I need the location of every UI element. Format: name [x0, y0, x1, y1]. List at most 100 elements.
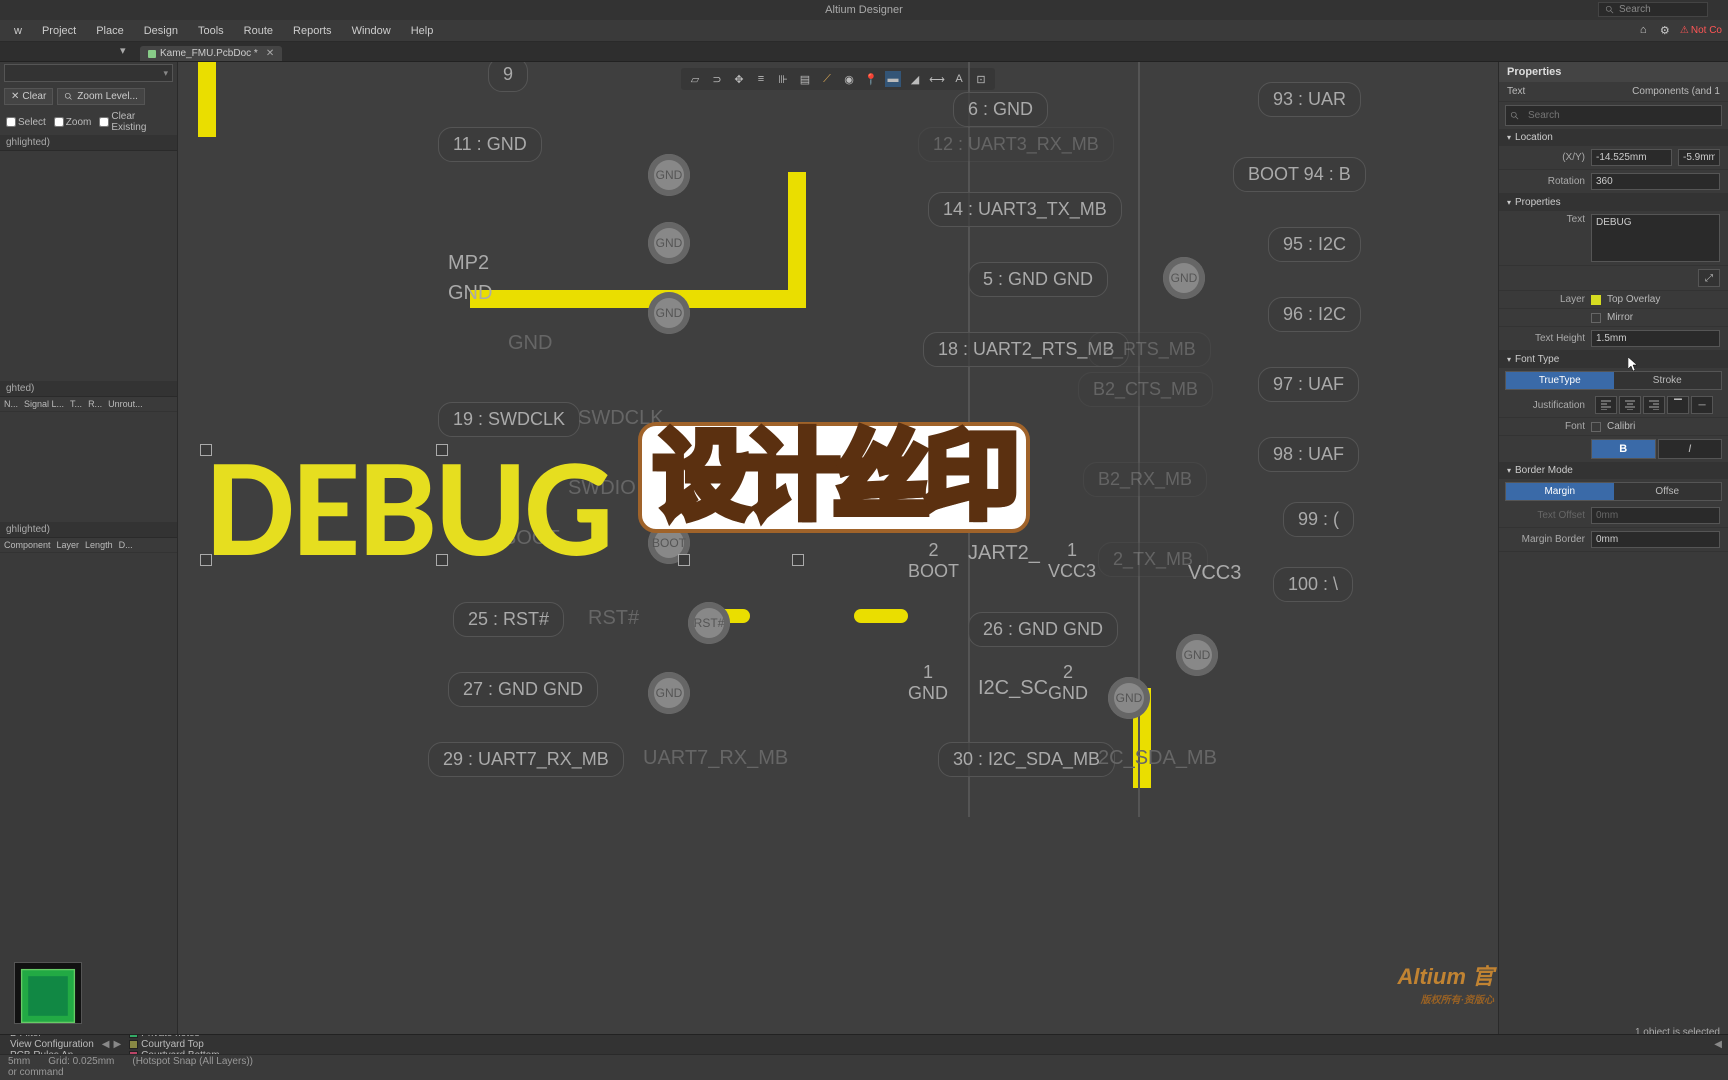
dropdown-icon[interactable]: ▾	[120, 44, 126, 57]
tab-close-icon[interactable]: ✕	[266, 48, 274, 59]
menu-w[interactable]: w	[4, 23, 32, 39]
nav-next-icon[interactable]: ▶	[111, 1039, 123, 1050]
layer-swatch	[1591, 295, 1601, 305]
margin-border-input[interactable]	[1591, 531, 1720, 548]
home-icon[interactable]: ⌂	[1640, 24, 1654, 38]
layer-tab[interactable]: Courtyard Top	[123, 1039, 225, 1050]
justify-mid-button[interactable]: ─	[1691, 396, 1713, 414]
altium-logo: Altium 官 版权所有·资版心	[1397, 959, 1494, 1006]
text-expand-button[interactable]: ⤢	[1698, 269, 1720, 287]
offset-tab[interactable]: Offse	[1614, 483, 1722, 500]
select-checkbox[interactable]: Select	[6, 111, 46, 133]
margin-tab[interactable]: Margin	[1506, 483, 1614, 500]
tool-via-icon[interactable]: ◉	[841, 71, 857, 87]
italic-button[interactable]: I	[1658, 439, 1723, 459]
menu-tools[interactable]: Tools	[188, 23, 234, 39]
menu-place[interactable]: Place	[86, 23, 134, 39]
pcb-label: 9	[488, 62, 528, 92]
selection-handle[interactable]	[436, 554, 448, 566]
gear-icon[interactable]: ⚙	[1660, 24, 1674, 38]
selected-text-debug[interactable]: DEBUG	[206, 422, 612, 593]
props-section[interactable]: Properties	[1499, 194, 1728, 211]
text-input[interactable]: DEBUG	[1591, 214, 1720, 262]
tool-poly-icon[interactable]: ◢	[907, 71, 923, 87]
zoom-checkbox[interactable]: Zoom	[54, 111, 92, 133]
tool-stack-icon[interactable]: ▤	[797, 71, 813, 87]
filter-combo[interactable]	[4, 64, 173, 82]
selection-handle[interactable]	[792, 554, 804, 566]
x-input[interactable]	[1591, 149, 1672, 166]
justify-center-button[interactable]	[1619, 396, 1641, 414]
bold-button[interactable]: B	[1591, 439, 1656, 459]
pcb-label: I2C_SC	[978, 677, 1048, 700]
zoom-button[interactable]: Zoom Level...	[57, 88, 145, 105]
nav-scroll-icon[interactable]: ◀	[1712, 1039, 1724, 1050]
tool-pin-icon[interactable]: 📍	[863, 71, 879, 87]
document-tab[interactable]: Kame_FMU.PcbDoc * ✕	[140, 46, 282, 61]
menu-route[interactable]: Route	[234, 23, 283, 39]
object-context[interactable]: Components (and 1	[1632, 86, 1720, 97]
list-area-1[interactable]	[0, 151, 177, 381]
properties-search[interactable]	[1505, 105, 1722, 126]
y-input[interactable]	[1678, 149, 1720, 166]
list-area-2[interactable]	[0, 412, 177, 522]
pin-label: 1GND	[908, 662, 948, 704]
panel-header: Properties	[1499, 62, 1728, 82]
menu-help[interactable]: Help	[401, 23, 444, 39]
pin-label: 2BOOT	[908, 540, 959, 582]
menu-design[interactable]: Design	[134, 23, 188, 39]
columns-row-3[interactable]: ComponentLayerLengthD...	[0, 538, 177, 553]
selection-handle[interactable]	[678, 554, 690, 566]
mirror-checkbox[interactable]	[1591, 313, 1601, 323]
pcb-via: GND	[1108, 677, 1150, 719]
rotation-input[interactable]	[1591, 173, 1720, 190]
font-type-tabs: TrueType Stroke	[1505, 371, 1722, 390]
justify-right-button[interactable]	[1643, 396, 1665, 414]
selection-handle[interactable]	[436, 444, 448, 456]
clear-existing-checkbox[interactable]: Clear Existing	[99, 111, 171, 133]
clear-button[interactable]: ✕Clear	[4, 88, 53, 105]
pcb-label: GND	[448, 282, 492, 305]
menu-reports[interactable]: Reports	[283, 23, 342, 39]
menu-window[interactable]: Window	[342, 23, 401, 39]
tool-distribute-icon[interactable]: ⊪	[775, 71, 791, 87]
columns-row-2[interactable]: N...Signal L...T...R...Unrout...	[0, 397, 177, 412]
nav-prev-icon[interactable]: ◀	[100, 1039, 112, 1050]
pcb-label: 26 : GND GND	[968, 612, 1118, 647]
layer-select[interactable]: Top Overlay	[1607, 294, 1720, 305]
tool-track-icon[interactable]: ⟋	[819, 71, 835, 87]
location-section[interactable]: Location	[1499, 129, 1728, 146]
selection-handle[interactable]	[200, 554, 212, 566]
font-select[interactable]: Calibri	[1607, 421, 1720, 432]
justify-left-button[interactable]	[1595, 396, 1617, 414]
pcb-label: GND	[508, 332, 552, 355]
tool-select-icon[interactable]: ▱	[687, 71, 703, 87]
selection-handle[interactable]	[200, 444, 212, 456]
pcb-canvas[interactable]: ▱ ⊃ ✥ ≡ ⊪ ▤ ⟋ ◉ 📍 ▬ ◢ ⟷ A ⊡ 911 : GND6 :…	[178, 62, 1498, 1054]
stroke-tab[interactable]: Stroke	[1614, 372, 1722, 389]
pcb-doc-icon	[148, 50, 156, 58]
search-icon	[1510, 111, 1520, 121]
pcb-label: 100 : \	[1273, 567, 1353, 602]
global-search[interactable]: Search	[1598, 2, 1708, 17]
tool-text-icon[interactable]: A	[951, 71, 967, 87]
board-preview[interactable]	[14, 962, 82, 1024]
tool-move-icon[interactable]: ✥	[731, 71, 747, 87]
justify-top-button[interactable]: ▔	[1667, 396, 1689, 414]
tool-rect-icon[interactable]: ▬	[885, 71, 901, 87]
fonttype-section[interactable]: Font Type	[1499, 351, 1728, 368]
pcb-label: BOOT 94 : B	[1233, 157, 1366, 192]
tool-lasso-icon[interactable]: ⊃	[709, 71, 725, 87]
tool-dim-icon[interactable]: ⟷	[929, 71, 945, 87]
text-height-input[interactable]	[1591, 330, 1720, 347]
not-connected-indicator[interactable]: ⚠Not Co	[1680, 25, 1722, 36]
font-checkbox[interactable]	[1591, 422, 1601, 432]
pcb-label: 97 : UAF	[1258, 367, 1359, 402]
tool-more-icon[interactable]: ⊡	[973, 71, 989, 87]
bordermode-section[interactable]: Border Mode	[1499, 462, 1728, 479]
pcb-label: 6 : GND	[953, 92, 1048, 127]
tool-align-icon[interactable]: ≡	[753, 71, 769, 87]
truetype-tab[interactable]: TrueType	[1506, 372, 1614, 389]
menu-project[interactable]: Project	[32, 23, 86, 39]
bottom-tab[interactable]: View Configuration	[4, 1039, 100, 1050]
